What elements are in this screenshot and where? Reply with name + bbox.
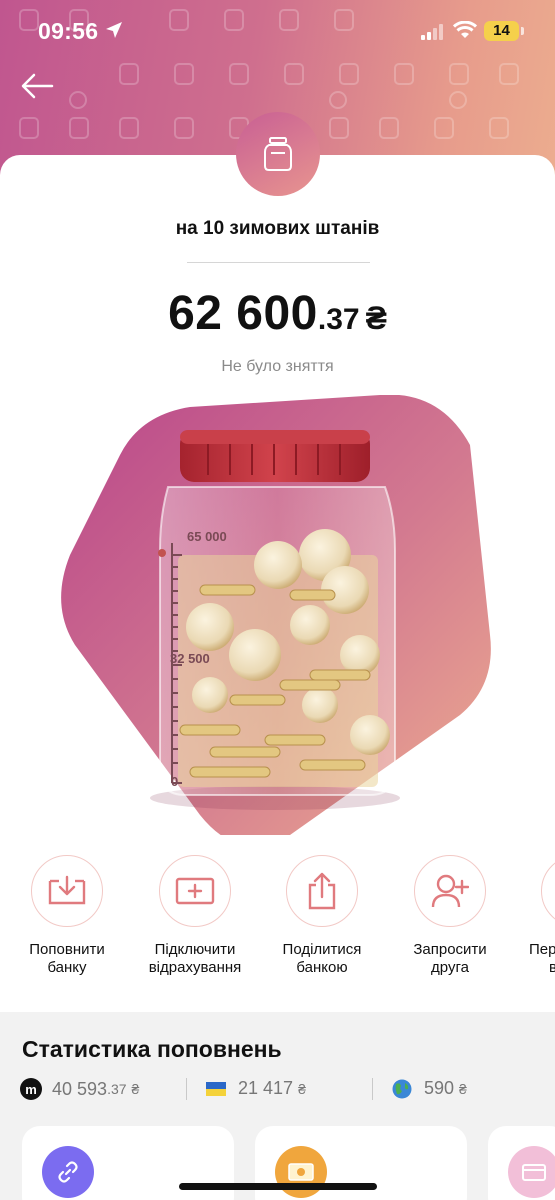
jar-illustration: 65 000 32 500 0 — [61, 395, 491, 835]
money-icon — [275, 1146, 327, 1198]
location-arrow-icon — [106, 22, 122, 38]
link-icon — [42, 1146, 94, 1198]
battery-indicator: 14 — [484, 21, 519, 41]
share-jar-button[interactable]: Поділитися банкою — [258, 855, 386, 977]
stats-title: Статистика поповнень — [22, 1036, 282, 1062]
balance-decimal: .37 — [317, 303, 360, 336]
stat-ukraine: 21 417 ₴ — [206, 1078, 306, 1099]
action-label: Підключити відрахування — [148, 941, 242, 976]
balance-integer: 62 600 — [168, 287, 318, 340]
jar-icon — [264, 137, 292, 171]
action-label: Пер в — [529, 941, 555, 976]
status-bar: 09:56 14 — [0, 0, 555, 62]
action-label: Запросити друга — [413, 941, 487, 976]
divider — [187, 262, 370, 263]
battery-tip — [521, 27, 524, 35]
action-circle — [31, 855, 103, 927]
action-circle — [414, 855, 486, 927]
stat-monobank: m 40 593.37 ₴ — [20, 1078, 139, 1100]
topup-statistics: Статистика поповнень m 40 593.37 ₴ 21 417… — [0, 1012, 555, 1200]
stat-card-card[interactable] — [488, 1126, 555, 1200]
jar-balance: 62 600.37 ₴ — [0, 286, 555, 341]
top-up-jar-button[interactable]: Поповнити банку — [3, 855, 131, 977]
jar-badge — [236, 112, 320, 196]
arrow-left-icon — [21, 73, 54, 99]
action-circle — [286, 855, 358, 927]
stat-divider — [186, 1078, 187, 1100]
add-user-icon — [431, 874, 469, 908]
action-circle — [541, 855, 555, 927]
jar-scale-max: 65 000 — [187, 529, 227, 544]
monobank-icon: m — [20, 1078, 42, 1100]
action-label: Поділитися банкою — [282, 941, 362, 976]
ukraine-flag-icon — [206, 1081, 226, 1096]
share-icon — [308, 872, 336, 910]
more-action-button[interactable]: Пер в — [514, 855, 555, 977]
stats-row: m 40 593.37 ₴ 21 417 ₴ 590 ₴ — [0, 1078, 555, 1104]
connect-deductions-button[interactable]: Підключити відрахування — [131, 855, 259, 977]
action-circle — [159, 855, 231, 927]
jar-scale-min: 0 — [171, 774, 178, 789]
home-indicator[interactable] — [179, 1183, 377, 1190]
balance-currency: ₴ — [365, 300, 387, 336]
globe-icon — [392, 1079, 412, 1098]
status-time: 09:56 — [38, 18, 99, 44]
jar-coins — [178, 529, 390, 787]
deposit-icon — [48, 875, 86, 905]
stat-divider — [372, 1078, 373, 1100]
back-button[interactable] — [18, 68, 58, 104]
jar-actions: Поповнити банку Підключити відрахування По… — [0, 855, 555, 985]
stat-foreign: 590 ₴ — [392, 1078, 467, 1099]
withdraw-status: Не було зняття — [221, 358, 334, 375]
add-card-icon — [175, 877, 215, 905]
jar-goal-name: на 10 зимових штанів — [175, 218, 380, 239]
card-icon — [508, 1146, 555, 1198]
jar-scale-mid: 32 500 — [170, 651, 210, 666]
invite-friend-button[interactable]: Запросити друга — [386, 855, 514, 977]
cellular-signal-icon — [421, 24, 443, 40]
wifi-icon — [453, 21, 477, 38]
action-label: Поповнити банку — [29, 941, 105, 976]
